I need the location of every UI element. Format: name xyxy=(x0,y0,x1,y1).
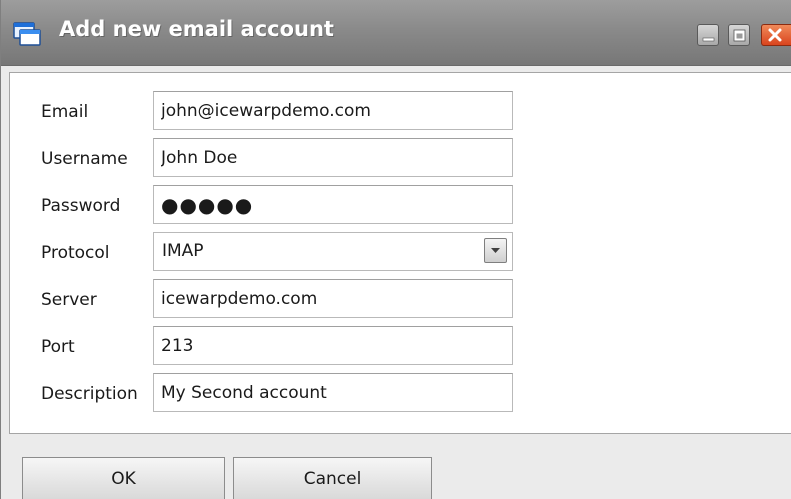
port-row: Port xyxy=(10,326,791,368)
password-field[interactable] xyxy=(153,185,513,224)
description-field[interactable] xyxy=(153,373,513,412)
username-label: Username xyxy=(41,149,128,169)
chevron-down-icon xyxy=(491,248,500,253)
ok-button[interactable]: OK xyxy=(22,457,225,499)
email-field[interactable] xyxy=(153,91,513,130)
add-email-account-dialog: Add new email account Email Username xyxy=(0,0,791,499)
cancel-button[interactable]: Cancel xyxy=(233,457,432,499)
protocol-label: Protocol xyxy=(41,243,110,263)
server-row: Server xyxy=(10,279,791,321)
maximize-button[interactable] xyxy=(728,24,750,46)
server-label: Server xyxy=(41,290,97,310)
username-field[interactable] xyxy=(153,138,513,177)
protocol-value: IMAP xyxy=(162,241,204,261)
server-field[interactable] xyxy=(153,279,513,318)
email-row: Email xyxy=(10,91,791,133)
username-row: Username xyxy=(10,138,791,180)
minimize-icon xyxy=(702,37,715,42)
maximize-icon xyxy=(733,29,746,42)
protocol-dropdown-button[interactable] xyxy=(484,238,507,263)
password-row: Password xyxy=(10,185,791,227)
form-panel: Email Username Password Protocol IMAP xyxy=(9,72,791,434)
description-row: Description xyxy=(10,373,791,415)
port-label: Port xyxy=(41,337,75,357)
dialog-title: Add new email account xyxy=(59,17,334,41)
title-bar[interactable]: Add new email account xyxy=(1,0,791,66)
port-field[interactable] xyxy=(153,326,513,365)
email-label: Email xyxy=(41,102,89,122)
close-button[interactable] xyxy=(761,24,791,46)
windows-icon xyxy=(13,22,41,46)
password-label: Password xyxy=(41,196,121,216)
close-icon xyxy=(768,28,782,42)
description-label: Description xyxy=(41,384,138,404)
protocol-select[interactable]: IMAP xyxy=(153,232,513,271)
minimize-button[interactable] xyxy=(697,24,719,46)
protocol-row: Protocol IMAP xyxy=(10,232,791,274)
